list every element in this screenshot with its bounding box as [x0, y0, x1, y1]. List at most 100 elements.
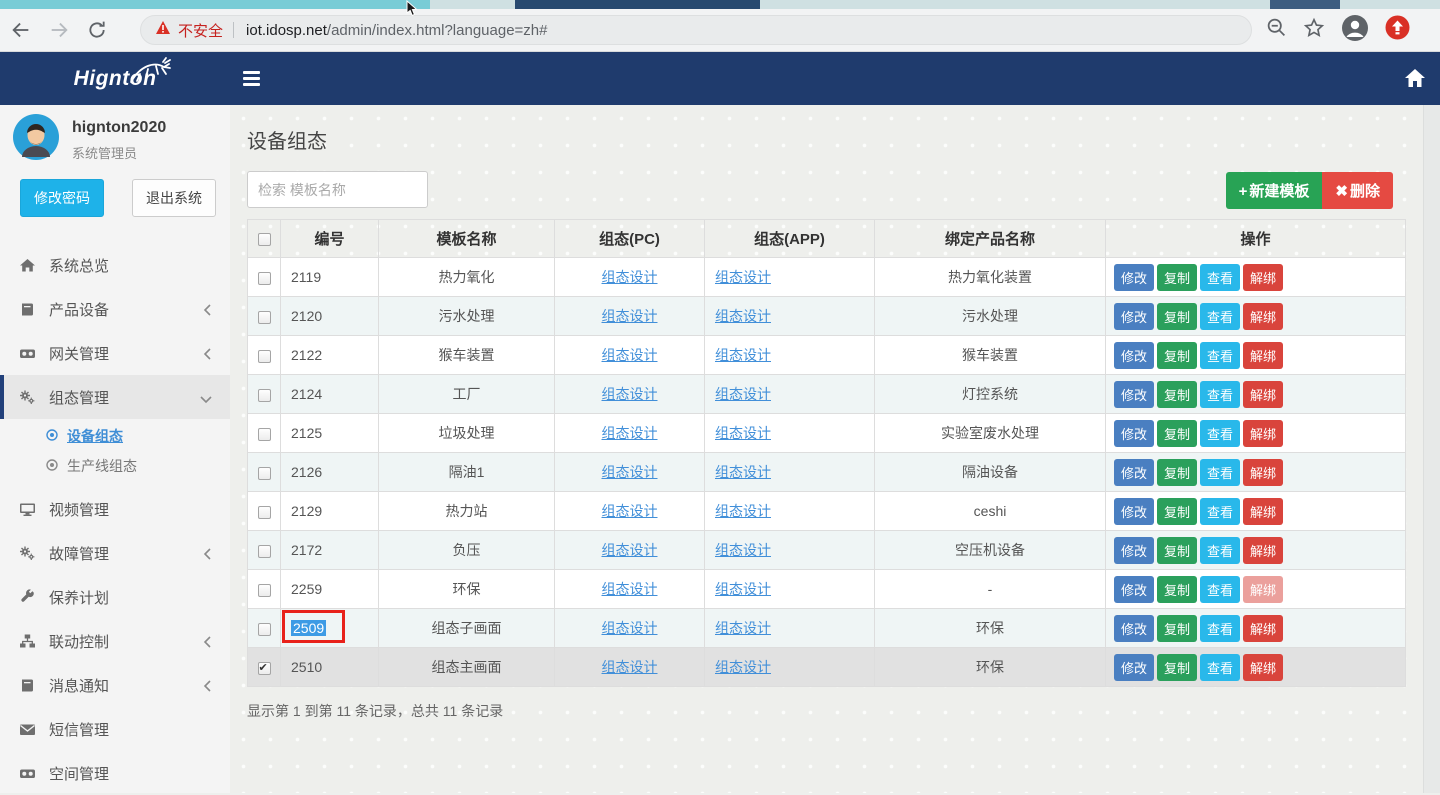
view-button[interactable]: 查看 — [1200, 420, 1240, 447]
row-checkbox[interactable] — [258, 428, 271, 441]
edit-button[interactable]: 修改 — [1114, 303, 1154, 330]
bookmark-star-icon[interactable] — [1303, 17, 1325, 44]
select-all-checkbox[interactable] — [258, 233, 271, 246]
app-design-link[interactable]: 组态设计 — [715, 269, 771, 285]
user-avatar[interactable] — [12, 113, 60, 166]
view-button[interactable]: 查看 — [1200, 615, 1240, 642]
browser-update-icon[interactable] — [1385, 15, 1410, 45]
new-template-button[interactable]: +新建模板 — [1226, 172, 1323, 209]
view-button[interactable]: 查看 — [1200, 576, 1240, 603]
sidebar-item[interactable]: 保养计划 — [0, 575, 230, 619]
edit-button[interactable]: 修改 — [1114, 615, 1154, 642]
edit-button[interactable]: 修改 — [1114, 537, 1154, 564]
unbind-button[interactable]: 解绑 — [1243, 498, 1283, 525]
view-button[interactable]: 查看 — [1200, 342, 1240, 369]
forward-icon[interactable] — [42, 13, 76, 47]
view-button[interactable]: 查看 — [1200, 459, 1240, 486]
unbind-button[interactable]: 解绑 — [1243, 615, 1283, 642]
pc-design-link[interactable]: 组态设计 — [602, 269, 658, 285]
row-checkbox[interactable] — [258, 311, 271, 324]
copy-button[interactable]: 复制 — [1157, 459, 1197, 486]
copy-button[interactable]: 复制 — [1157, 342, 1197, 369]
copy-button[interactable]: 复制 — [1157, 576, 1197, 603]
row-checkbox[interactable] — [258, 389, 271, 402]
change-password-button[interactable]: 修改密码 — [20, 179, 104, 217]
sidebar-item[interactable]: 空间管理 — [0, 751, 230, 795]
app-design-link[interactable]: 组态设计 — [715, 347, 771, 363]
app-design-link[interactable]: 组态设计 — [715, 659, 771, 675]
pc-design-link[interactable]: 组态设计 — [602, 542, 658, 558]
pc-design-link[interactable]: 组态设计 — [602, 308, 658, 324]
edit-button[interactable]: 修改 — [1114, 654, 1154, 681]
view-button[interactable]: 查看 — [1200, 498, 1240, 525]
sidebar-item[interactable]: 消息通知 — [0, 663, 230, 707]
pc-design-link[interactable]: 组态设计 — [602, 581, 658, 597]
edit-button[interactable]: 修改 — [1114, 459, 1154, 486]
edit-button[interactable]: 修改 — [1114, 264, 1154, 291]
unbind-button[interactable]: 解绑 — [1243, 264, 1283, 291]
row-checkbox[interactable] — [258, 545, 271, 558]
row-checkbox[interactable] — [258, 662, 271, 675]
sidebar-item[interactable]: 系统总览 — [0, 243, 230, 287]
warning-triangle-icon[interactable] — [155, 20, 171, 40]
sidebar-subitem[interactable]: 生产线组态 — [0, 451, 230, 481]
app-design-link[interactable]: 组态设计 — [715, 581, 771, 597]
copy-button[interactable]: 复制 — [1157, 615, 1197, 642]
pc-design-link[interactable]: 组态设计 — [602, 659, 658, 675]
copy-button[interactable]: 复制 — [1157, 420, 1197, 447]
row-checkbox[interactable] — [258, 623, 271, 636]
view-button[interactable]: 查看 — [1200, 264, 1240, 291]
row-checkbox[interactable] — [258, 272, 271, 285]
pc-design-link[interactable]: 组态设计 — [602, 620, 658, 636]
profile-avatar-icon[interactable] — [1341, 14, 1369, 47]
unbind-button[interactable]: 解绑 — [1243, 654, 1283, 681]
sidebar-item[interactable]: 短信管理 — [0, 707, 230, 751]
back-icon[interactable] — [4, 13, 38, 47]
menu-toggle-icon[interactable] — [243, 68, 265, 88]
copy-button[interactable]: 复制 — [1157, 303, 1197, 330]
row-checkbox[interactable] — [258, 467, 271, 480]
logo[interactable]: Hignton — [0, 52, 230, 105]
app-design-link[interactable]: 组态设计 — [715, 542, 771, 558]
pc-design-link[interactable]: 组态设计 — [602, 386, 658, 402]
app-design-link[interactable]: 组态设计 — [715, 464, 771, 480]
app-design-link[interactable]: 组态设计 — [715, 386, 771, 402]
reload-icon[interactable] — [80, 13, 114, 47]
url-bar[interactable]: 不安全 iot.idosp.net/admin/index.html?langu… — [140, 15, 1252, 45]
sidebar-subitem[interactable]: 设备组态 — [0, 421, 230, 451]
unbind-button[interactable]: 解绑 — [1243, 303, 1283, 330]
copy-button[interactable]: 复制 — [1157, 498, 1197, 525]
edit-button[interactable]: 修改 — [1114, 342, 1154, 369]
view-button[interactable]: 查看 — [1200, 303, 1240, 330]
unbind-button[interactable]: 解绑 — [1243, 342, 1283, 369]
pc-design-link[interactable]: 组态设计 — [602, 425, 658, 441]
delete-button[interactable]: ✖删除 — [1322, 172, 1393, 209]
view-button[interactable]: 查看 — [1200, 537, 1240, 564]
edit-button[interactable]: 修改 — [1114, 576, 1154, 603]
app-design-link[interactable]: 组态设计 — [715, 425, 771, 441]
sidebar-item[interactable]: 故障管理 — [0, 531, 230, 575]
copy-button[interactable]: 复制 — [1157, 264, 1197, 291]
unbind-button[interactable]: 解绑 — [1243, 576, 1283, 603]
pc-design-link[interactable]: 组态设计 — [602, 347, 658, 363]
app-design-link[interactable]: 组态设计 — [715, 308, 771, 324]
app-design-link[interactable]: 组态设计 — [715, 503, 771, 519]
sidebar-item[interactable]: 联动控制 — [0, 619, 230, 663]
copy-button[interactable]: 复制 — [1157, 381, 1197, 408]
scrollbar-track[interactable] — [1423, 105, 1440, 793]
app-design-link[interactable]: 组态设计 — [715, 620, 771, 636]
view-button[interactable]: 查看 — [1200, 654, 1240, 681]
unbind-button[interactable]: 解绑 — [1243, 381, 1283, 408]
edit-button[interactable]: 修改 — [1114, 498, 1154, 525]
unbind-button[interactable]: 解绑 — [1243, 459, 1283, 486]
copy-button[interactable]: 复制 — [1157, 654, 1197, 681]
row-checkbox[interactable] — [258, 584, 271, 597]
logout-button[interactable]: 退出系统 — [132, 179, 216, 217]
sidebar-item[interactable]: 组态管理 — [0, 375, 230, 419]
security-warning[interactable]: 不安全 — [178, 20, 223, 41]
url-text[interactable]: iot.idosp.net/admin/index.html?language=… — [246, 22, 547, 39]
sidebar-item[interactable]: 视频管理 — [0, 487, 230, 531]
edit-button[interactable]: 修改 — [1114, 381, 1154, 408]
view-button[interactable]: 查看 — [1200, 381, 1240, 408]
edit-button[interactable]: 修改 — [1114, 420, 1154, 447]
